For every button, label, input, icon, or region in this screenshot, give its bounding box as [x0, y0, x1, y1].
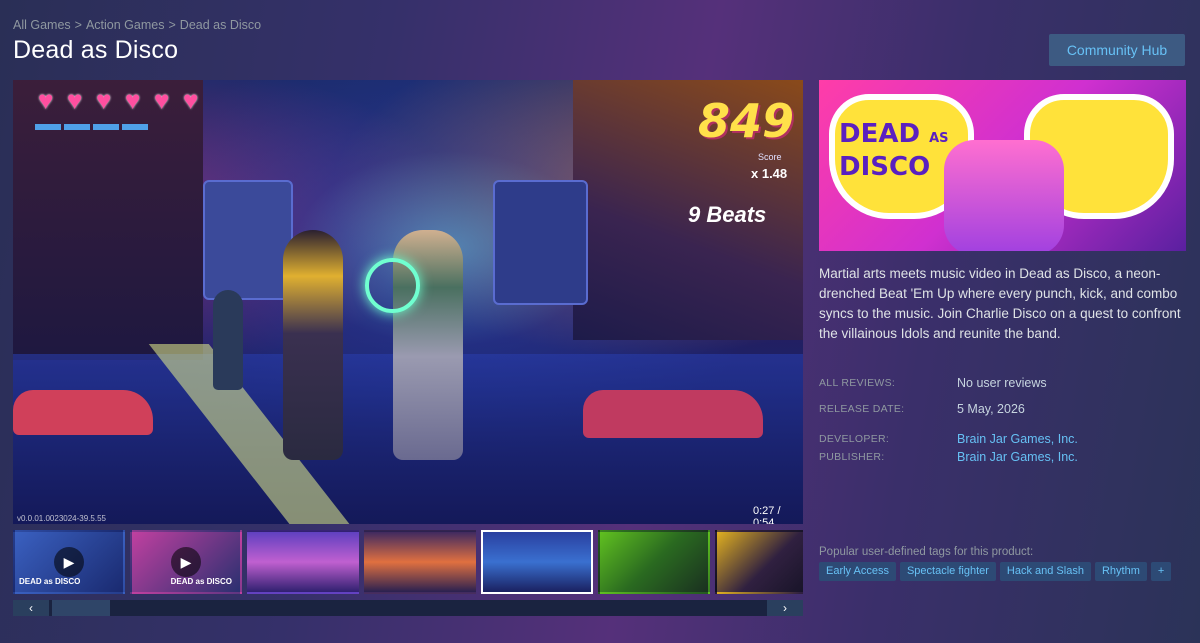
release-date-label: RELEASE DATE: — [819, 403, 905, 415]
thumbnail-scrollbar[interactable] — [13, 600, 803, 616]
heart-icon: ♥ — [183, 85, 199, 115]
tags-label: Popular user-defined tags for this produ… — [819, 546, 1034, 558]
tag-list: Early Access Spectacle fighter Hack and … — [819, 562, 1172, 581]
chevron-right-icon: › — [783, 601, 787, 615]
heart-icon: ♥ — [67, 85, 83, 115]
breadcrumb-action-games[interactable]: Action Games — [86, 18, 165, 32]
breadcrumb: All Games > Action Games > Dead as Disco — [13, 18, 261, 32]
scene-speaker — [203, 180, 293, 300]
release-date-value: 5 May, 2026 — [957, 402, 1025, 416]
game-capsule-image: DEAD AS DISCO — [819, 80, 1186, 251]
thumbnail-image[interactable] — [247, 530, 359, 594]
hud-beats: 9 Beats — [688, 202, 767, 227]
capsule-logo-line1: DEAD — [839, 119, 921, 149]
heart-icon: ♥ — [38, 85, 54, 115]
capsule-logo-small: AS — [929, 131, 949, 146]
scene-speaker — [493, 180, 588, 305]
breadcrumb-all-games[interactable]: All Games — [13, 18, 71, 32]
scene-car — [13, 390, 153, 435]
breadcrumb-separator: > — [74, 18, 82, 32]
all-reviews-value: No user reviews — [957, 376, 1047, 390]
breadcrumb-separator: > — [168, 18, 176, 32]
thumbnail-logo: DEAD as DISCO — [170, 577, 232, 586]
capsule-skull — [944, 140, 1064, 251]
breadcrumb-current-game[interactable]: Dead as Disco — [180, 18, 261, 32]
thumbnail-image-selected[interactable] — [481, 530, 593, 594]
media-thumbnail-strip: ▶ DEAD as DISCO ▶ DEAD as DISCO — [13, 530, 803, 594]
heart-icon: ♥ — [96, 85, 112, 115]
game-description: Martial arts meets music video in Dead a… — [819, 266, 1181, 341]
hud-health-hearts: ♥ ♥ ♥ ♥ ♥ ♥ — [38, 85, 207, 115]
hud-multiplier: x 1.48 — [751, 166, 788, 181]
scroll-right-button[interactable]: › — [767, 600, 803, 616]
publisher-link[interactable]: Brain Jar Games, Inc. — [957, 450, 1078, 464]
thumbnail-video[interactable]: ▶ DEAD as DISCO — [13, 530, 125, 594]
scene-car — [583, 390, 763, 438]
scene-building-left — [13, 80, 203, 360]
build-version: v0.0.01.0023024-39.5.55 — [17, 514, 106, 523]
play-icon: ▶ — [171, 547, 201, 577]
play-icon: ▶ — [54, 547, 84, 577]
thumbnail-logo: DEAD as DISCO — [19, 577, 81, 586]
tag-early-access[interactable]: Early Access — [819, 562, 896, 581]
heart-icon: ♥ — [125, 85, 141, 115]
hud-score: 849 — [698, 94, 795, 148]
thumbnail-image[interactable] — [715, 530, 803, 594]
page-title: Dead as Disco — [13, 36, 179, 64]
video-time: 0:27 / 0:54 — [753, 505, 781, 524]
main-media-screenshot[interactable]: ♥ ♥ ♥ ♥ ♥ ♥ 849 Score x 1.48 9 Beats v0.… — [13, 80, 803, 524]
thumbnail-video[interactable]: ▶ DEAD as DISCO — [130, 530, 242, 594]
thumbnail-image[interactable] — [598, 530, 710, 594]
all-reviews-label: ALL REVIEWS: — [819, 377, 896, 389]
tag-rhythm[interactable]: Rhythm — [1094, 562, 1147, 581]
capsule-logo-line2: DISCO — [839, 152, 931, 182]
tag-spectacle-fighter[interactable]: Spectacle fighter — [899, 562, 996, 581]
community-hub-button[interactable]: Community Hub — [1049, 34, 1185, 66]
scene-impact-ring — [365, 258, 420, 313]
thumbnail-image[interactable] — [364, 530, 476, 594]
tag-hack-and-slash[interactable]: Hack and Slash — [999, 562, 1091, 581]
capsule-logo: DEAD AS DISCO — [839, 120, 949, 181]
thumbnail-scroll-handle[interactable] — [52, 600, 110, 616]
developer-label: DEVELOPER: — [819, 433, 890, 445]
heart-icon: ♥ — [154, 85, 170, 115]
hud-score-label: Score — [758, 152, 782, 162]
developer-link[interactable]: Brain Jar Games, Inc. — [957, 432, 1078, 446]
publisher-label: PUBLISHER: — [819, 451, 885, 463]
scene-fighter-hero — [283, 230, 343, 460]
tag-add-button[interactable]: + — [1150, 562, 1172, 581]
scene-fighter-enemy — [213, 290, 243, 390]
scroll-left-button[interactable]: ‹ — [13, 600, 49, 616]
chevron-left-icon: ‹ — [29, 601, 33, 615]
hud-energy-bar — [35, 124, 148, 130]
